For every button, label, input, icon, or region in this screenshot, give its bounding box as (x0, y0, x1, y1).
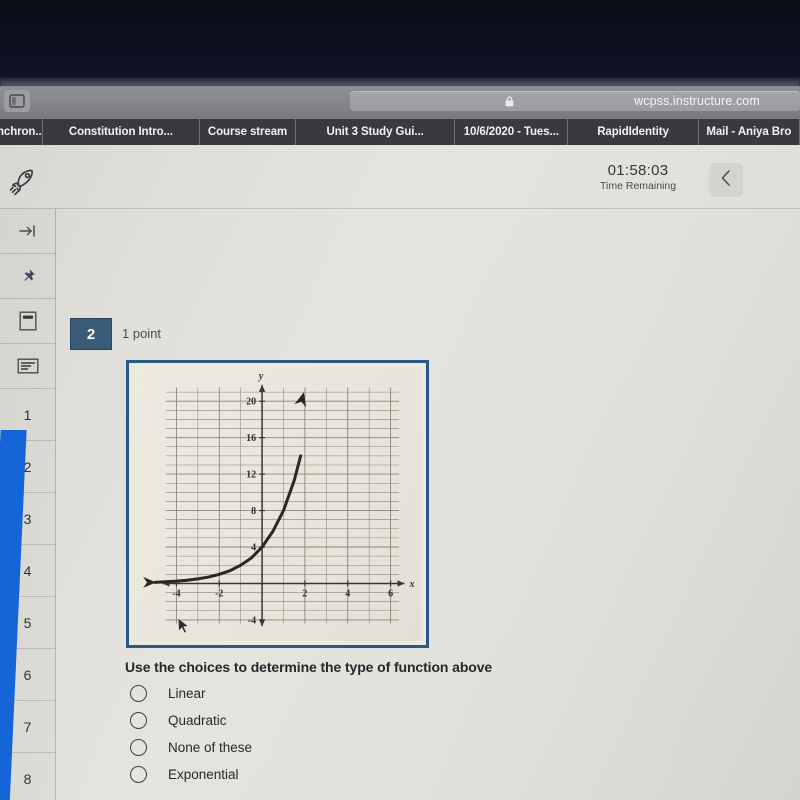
curve-arrowheads (143, 392, 307, 588)
answer-choices: Linear Quadratic None of these Exponential (128, 680, 528, 788)
screenshot-root: wcpss.instructure.com nchron... Constitut… (0, 0, 800, 800)
time-remaining-value: 01:58:03 (607, 162, 669, 179)
answer-choice-label: Exponential (168, 767, 239, 782)
question-list-icon[interactable] (0, 344, 55, 389)
question-nav-label: 6 (23, 666, 32, 683)
svg-text:x: x (409, 579, 415, 590)
answer-choice[interactable]: Linear (128, 680, 528, 707)
time-remaining-label: Time Remaining (600, 180, 677, 192)
question-nav-label: 7 (23, 718, 32, 735)
svg-text:-4: -4 (172, 588, 180, 599)
browser-tab-label: Constitution Intro... (68, 126, 173, 138)
browser-tab[interactable]: Constitution Intro... (43, 119, 201, 145)
svg-text:6: 6 (388, 588, 393, 599)
tick-labels: -4 -2 2 4 648121620-4xy (172, 371, 414, 626)
browser-tab-label: RapidIdentity (597, 126, 669, 138)
browser-tab-label: Unit 3 Study Gui... (326, 126, 424, 138)
svg-text:12: 12 (246, 470, 256, 481)
browser-tab-strip: nchron... Constitution Intro... Course str… (0, 119, 800, 145)
question-points: 1 point (122, 326, 162, 341)
svg-text:20: 20 (246, 397, 256, 408)
browser-tab-label: 10/6/2020 - Tues... (463, 126, 559, 138)
svg-text:2: 2 (302, 588, 307, 599)
answer-choice[interactable]: Exponential (128, 761, 528, 788)
graph-image: -4 -2 2 4 6 4 8 12 16 20 -4 x y (126, 360, 429, 648)
lock-icon (505, 95, 514, 107)
browser-tab[interactable]: Course stream (200, 119, 296, 145)
quiz-timer: 01:58:03 Time Remaining (600, 162, 676, 192)
svg-text:4: 4 (345, 588, 350, 599)
rocket-icon (6, 165, 40, 199)
browser-tab[interactable]: 10/6/2020 - Tues... (455, 119, 569, 145)
answer-choice-label: None of these (168, 740, 253, 755)
answer-choice-label: Linear (168, 686, 206, 701)
radio-button[interactable] (130, 712, 147, 729)
url-text: wcpss.instructure.com (634, 94, 760, 108)
question-nav-label: 3 (23, 510, 32, 527)
question-nav-label: 5 (23, 614, 32, 631)
function-graph-svg: -4 -2 2 4 648121620-4xy (143, 371, 415, 626)
address-bar[interactable]: wcpss.instructure.com (350, 91, 800, 111)
radio-button[interactable] (130, 739, 147, 756)
browser-tab-label: nchron... (0, 126, 43, 138)
svg-text:16: 16 (246, 433, 256, 444)
graph-canvas: -4 -2 2 4 6 4 8 12 16 20 -4 x y (133, 367, 422, 641)
answer-choice[interactable]: Quadratic (128, 707, 528, 734)
header-divider (0, 208, 800, 209)
question-nav-label: 1 (23, 406, 32, 423)
browser-tab[interactable]: RapidIdentity (568, 119, 699, 145)
pin-icon[interactable] (0, 254, 55, 299)
svg-text:y: y (258, 371, 264, 382)
mouse-cursor (177, 617, 191, 640)
browser-tab-label: Course stream (207, 126, 288, 138)
collapse-panel-button[interactable] (709, 163, 743, 197)
radio-button[interactable] (130, 766, 147, 783)
browser-tab[interactable]: Unit 3 Study Gui... (296, 119, 456, 145)
svg-text:-2: -2 (215, 588, 223, 599)
browser-tab[interactable]: nchron... (0, 119, 43, 145)
question-prompt: Use the choices to determine the type of… (125, 659, 493, 675)
answer-choice[interactable]: None of these (128, 734, 528, 761)
browser-tab-label: Mail - Aniya Bro (706, 126, 792, 138)
browser-tab[interactable]: Mail - Aniya Bro (699, 119, 800, 145)
radio-button[interactable] (130, 685, 147, 702)
answer-choice-label: Quadratic (168, 713, 227, 728)
question-number-badge: 2 (70, 318, 112, 350)
flag-note-icon[interactable] (0, 299, 55, 344)
question-nav-label: 4 (23, 562, 32, 579)
grid-lines (165, 387, 400, 624)
question-nav-label: 8 (23, 770, 32, 787)
monitor-bezel (0, 0, 800, 86)
chevron-left-icon (719, 169, 733, 192)
sidebar-panel-icon[interactable] (4, 90, 30, 112)
collapse-right-icon[interactable] (0, 209, 55, 254)
svg-text:8: 8 (251, 506, 256, 517)
svg-text:-4: -4 (248, 615, 256, 626)
